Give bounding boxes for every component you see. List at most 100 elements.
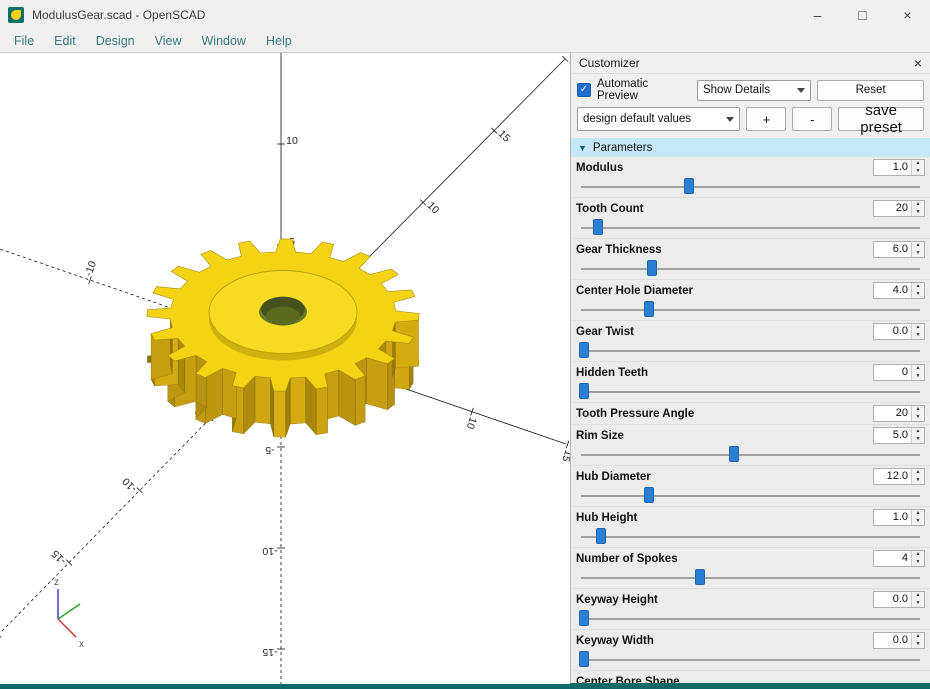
svg-text:15: 15 <box>496 128 513 145</box>
slider-handle[interactable] <box>684 178 694 194</box>
parameter-slider[interactable] <box>581 382 920 401</box>
parameter-slider[interactable] <box>581 486 920 505</box>
spin-down-icon[interactable]: ▼ <box>912 436 924 444</box>
spin-down-icon[interactable]: ▼ <box>912 600 924 608</box>
parameter-spinbox[interactable]: 20▲▼ <box>873 200 925 217</box>
add-preset-button[interactable]: + <box>746 107 786 131</box>
menu-file[interactable]: File <box>4 32 44 50</box>
spin-down-icon[interactable]: ▼ <box>912 332 924 340</box>
close-icon[interactable]: × <box>914 55 922 71</box>
svg-text:x: x <box>79 639 84 650</box>
spin-down-icon[interactable]: ▼ <box>912 559 924 567</box>
slider-handle[interactable] <box>647 260 657 276</box>
parameter-slider[interactable] <box>581 568 920 587</box>
spin-down-icon[interactable]: ▼ <box>912 291 924 299</box>
svg-text:-10: -10 <box>83 259 99 277</box>
spin-up-icon[interactable]: ▲ <box>912 469 924 477</box>
parameter-slider[interactable] <box>581 609 920 628</box>
spin-up-icon[interactable]: ▲ <box>912 551 924 559</box>
parameter-slider[interactable] <box>581 527 920 546</box>
parameter-spinbox[interactable]: 5.0▲▼ <box>873 427 925 444</box>
menu-design[interactable]: Design <box>86 32 145 50</box>
spin-up-icon[interactable]: ▲ <box>912 510 924 518</box>
parameter-label: Tooth Pressure Angle <box>576 408 694 420</box>
svg-text:-10: -10 <box>262 545 277 557</box>
parameter-spinbox[interactable]: 4▲▼ <box>873 550 925 567</box>
slider-handle[interactable] <box>579 610 589 626</box>
close-button[interactable]: × <box>885 0 930 30</box>
parameter-spinbox[interactable]: 4.0▲▼ <box>873 282 925 299</box>
slider-handle[interactable] <box>593 219 603 235</box>
slider-handle[interactable] <box>729 446 739 462</box>
parameter-spinbox[interactable]: 20▲▼ <box>873 405 925 422</box>
spin-up-icon[interactable]: ▲ <box>912 592 924 600</box>
menu-edit[interactable]: Edit <box>44 32 86 50</box>
parameter-slider[interactable] <box>581 218 920 237</box>
parameter-keyway-height: Keyway Height0.0▲▼ <box>571 589 930 630</box>
spin-up-icon[interactable]: ▲ <box>912 324 924 332</box>
spin-up-icon[interactable]: ▲ <box>912 633 924 641</box>
parameter-slider[interactable] <box>581 650 920 669</box>
parameter-slider[interactable] <box>581 177 920 196</box>
svg-text:-10: -10 <box>120 475 139 494</box>
slider-handle[interactable] <box>579 342 589 358</box>
spin-down-icon[interactable]: ▼ <box>912 414 924 422</box>
parameter-spinbox[interactable]: 0▲▼ <box>873 364 925 381</box>
spin-down-icon[interactable]: ▼ <box>912 641 924 649</box>
details-dropdown-value: Show Details <box>703 84 770 96</box>
automatic-preview-checkbox[interactable]: ✓ <box>577 83 591 97</box>
menu-window[interactable]: Window <box>192 32 256 50</box>
spin-up-icon[interactable]: ▲ <box>912 283 924 291</box>
reset-button[interactable]: Reset <box>817 80 924 101</box>
parameter-spinbox[interactable]: 1.0▲▼ <box>873 159 925 176</box>
save-preset-button[interactable]: save preset <box>838 107 924 131</box>
slider-handle[interactable] <box>579 651 589 667</box>
remove-preset-button[interactable]: - <box>792 107 832 131</box>
parameter-slider[interactable] <box>581 341 920 360</box>
parameter-spinbox[interactable]: 12.0▲▼ <box>873 468 925 485</box>
parameter-number-of-spokes: Number of Spokes4▲▼ <box>571 548 930 589</box>
parameter-slider[interactable] <box>581 445 920 464</box>
parameter-spinbox[interactable]: 6.0▲▼ <box>873 241 925 258</box>
slider-handle[interactable] <box>695 569 705 585</box>
parameter-value: 0.0 <box>874 324 911 339</box>
spin-up-icon[interactable]: ▲ <box>912 428 924 436</box>
parameter-spinbox[interactable]: 0.0▲▼ <box>873 591 925 608</box>
menu-help[interactable]: Help <box>256 32 302 50</box>
parameter-label: Modulus <box>576 162 623 174</box>
spin-down-icon[interactable]: ▼ <box>912 477 924 485</box>
spin-up-icon[interactable]: ▲ <box>912 365 924 373</box>
spin-up-icon[interactable]: ▲ <box>912 406 924 414</box>
details-dropdown[interactable]: Show Details <box>697 80 811 101</box>
slider-handle[interactable] <box>644 487 654 503</box>
svg-text:15: 15 <box>559 448 570 463</box>
spin-down-icon[interactable]: ▼ <box>912 209 924 217</box>
spin-down-icon[interactable]: ▼ <box>912 250 924 258</box>
parameter-spinbox[interactable]: 0.0▲▼ <box>873 632 925 649</box>
parameter-gear-twist: Gear Twist0.0▲▼ <box>571 321 930 362</box>
customizer-title: Customizer <box>579 56 640 70</box>
3d-viewport[interactable]: 5101520-5-10-15-2051015-5-10-1551015-5-1… <box>0 53 570 684</box>
preset-dropdown[interactable]: design default values <box>577 107 740 131</box>
parameter-spinbox[interactable]: 0.0▲▼ <box>873 323 925 340</box>
viewport-canvas[interactable]: 5101520-5-10-15-2051015-5-10-1551015-5-1… <box>0 53 570 684</box>
minimize-button[interactable]: – <box>795 0 840 30</box>
parameter-label: Keyway Width <box>576 635 654 647</box>
spin-down-icon[interactable]: ▼ <box>912 168 924 176</box>
parameters-header-label: Parameters <box>593 142 652 154</box>
parameter-slider[interactable] <box>581 259 920 278</box>
maximize-button[interactable]: □ <box>840 0 885 30</box>
spin-up-icon[interactable]: ▲ <box>912 242 924 250</box>
slider-handle[interactable] <box>579 383 589 399</box>
parameters-section-header[interactable]: ▼ Parameters <box>571 138 930 157</box>
parameter-rim-size: Rim Size5.0▲▼ <box>571 425 930 466</box>
slider-handle[interactable] <box>644 301 654 317</box>
spin-down-icon[interactable]: ▼ <box>912 518 924 526</box>
spin-up-icon[interactable]: ▲ <box>912 201 924 209</box>
spin-up-icon[interactable]: ▲ <box>912 160 924 168</box>
slider-handle[interactable] <box>596 528 606 544</box>
menu-view[interactable]: View <box>145 32 192 50</box>
parameter-slider[interactable] <box>581 300 920 319</box>
parameter-spinbox[interactable]: 1.0▲▼ <box>873 509 925 526</box>
spin-down-icon[interactable]: ▼ <box>912 373 924 381</box>
